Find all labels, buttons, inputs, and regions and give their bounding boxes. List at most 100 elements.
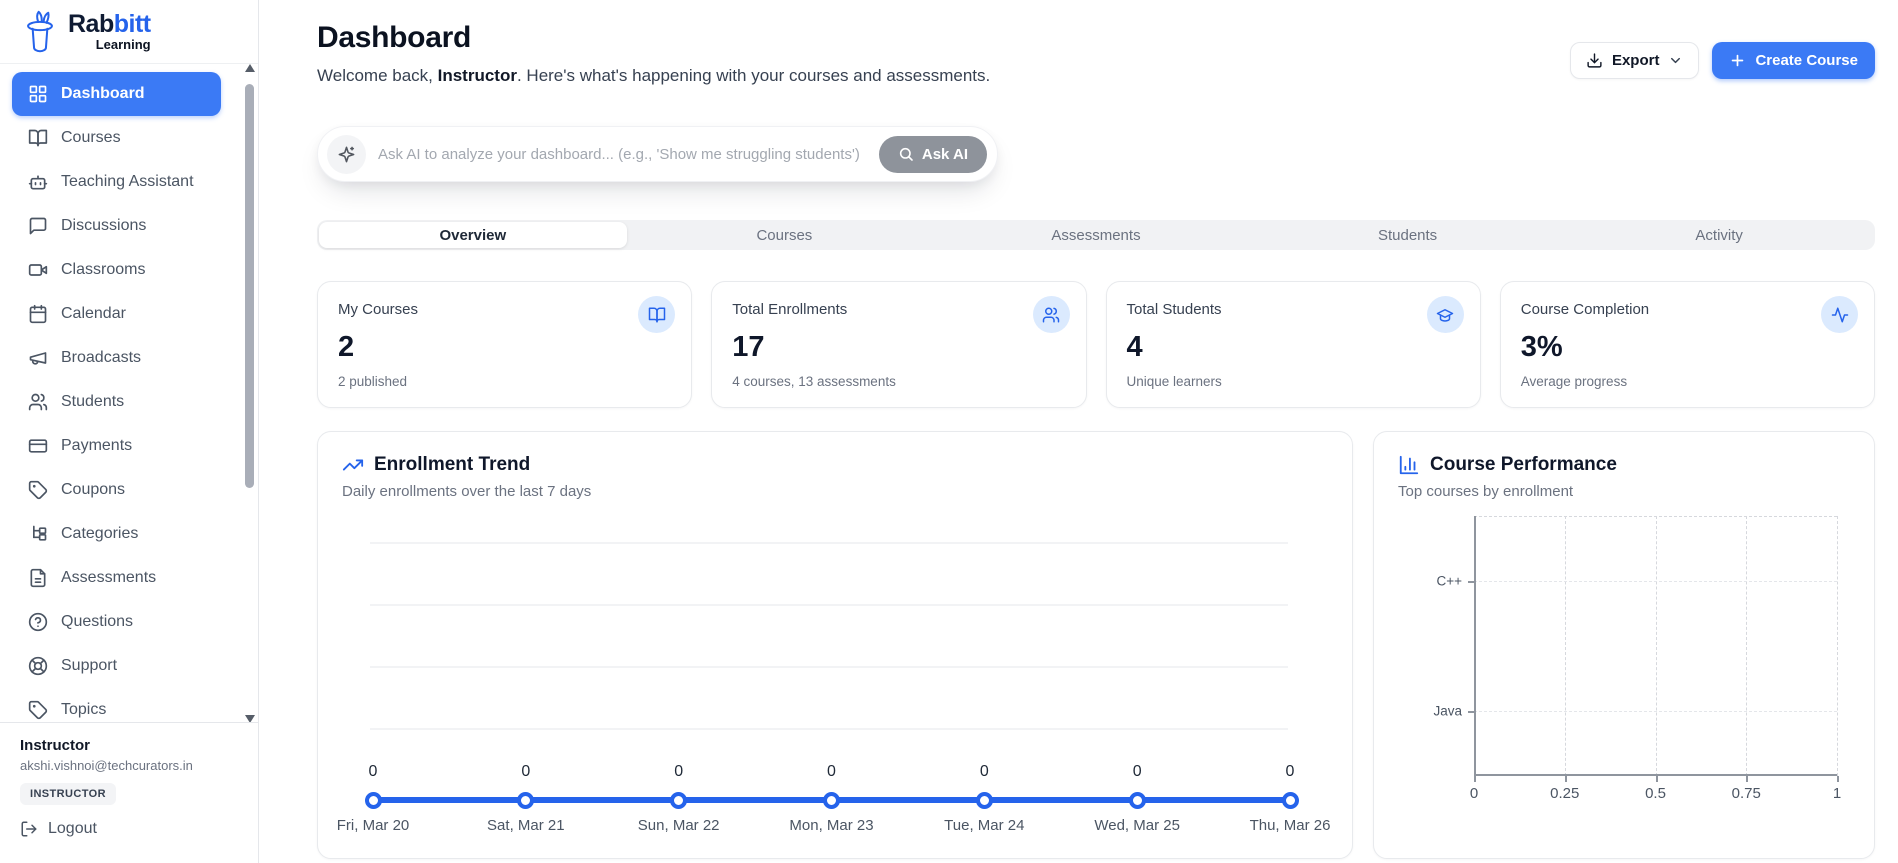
perf-x-tick-label: 1 — [1833, 785, 1841, 802]
user-name: Instructor — [20, 737, 238, 754]
stat-icon-chip — [1033, 296, 1070, 333]
sidebar-item-students[interactable]: Students — [12, 380, 221, 424]
sidebar-item-categories[interactable]: Categories — [12, 512, 221, 556]
ask-ai-input[interactable] — [366, 146, 879, 163]
sidebar-item-label: Teaching Assistant — [61, 173, 194, 191]
enrollment-trend-title: Enrollment Trend — [374, 454, 530, 476]
trend-x-tick-label: Mon, Mar 23 — [789, 817, 873, 834]
tab-courses[interactable]: Courses — [631, 222, 939, 248]
enrollment-trend-card: Enrollment Trend Daily enrollments over … — [317, 431, 1353, 859]
sidebar-item-label: Dashboard — [61, 85, 145, 103]
graduation-cap-icon — [1436, 306, 1454, 324]
logout-button[interactable]: Logout — [20, 820, 238, 838]
sidebar-item-label: Broadcasts — [61, 349, 141, 367]
stat-card-course-completion: Course Completion 3% Average progress — [1500, 281, 1875, 408]
help-circle-icon — [28, 612, 48, 632]
perf-x-tick-mark — [1837, 776, 1839, 782]
create-course-label: Create Course — [1755, 52, 1858, 69]
tab-label: Assessments — [1051, 227, 1140, 244]
sidebar-item-label: Assessments — [61, 569, 156, 587]
stat-cards-row: My Courses 2 2 published Total Enrollmen… — [317, 281, 1875, 408]
sidebar-item-label: Topics — [61, 701, 106, 719]
perf-v-gridline — [1565, 516, 1566, 776]
sidebar-item-teaching-assistant[interactable]: Teaching Assistant — [12, 160, 221, 204]
tab-label: Courses — [756, 227, 812, 244]
perf-v-gridline — [1837, 516, 1838, 776]
sidebar-item-label: Coupons — [61, 481, 125, 499]
sidebar-item-support[interactable]: Support — [12, 644, 221, 688]
export-label: Export — [1612, 52, 1660, 69]
welcome-suffix: . Here's what's happening with your cour… — [517, 66, 990, 85]
sidebar-item-label: Questions — [61, 613, 133, 631]
perf-x-tick-mark — [1656, 776, 1658, 782]
users-icon — [28, 392, 48, 412]
sidebar-item-assessments[interactable]: Assessments — [12, 556, 221, 600]
stat-value: 4 — [1127, 331, 1460, 364]
trend-point-value: 0 — [827, 763, 836, 781]
logout-label: Logout — [48, 820, 97, 838]
sidebar: Rabbitt Learning Dashboard Courses — [0, 0, 259, 863]
sidebar-item-label: Support — [61, 657, 117, 675]
search-icon — [898, 146, 914, 162]
welcome-name: Instructor — [438, 66, 517, 85]
bot-icon — [28, 172, 48, 192]
app-window: Rabbitt Learning Dashboard Courses — [0, 0, 1898, 863]
stat-value: 17 — [732, 331, 1065, 364]
tree-icon — [28, 524, 48, 544]
user-email: akshi.vishnoi@techcurators.in — [20, 758, 238, 773]
sidebar-item-dashboard[interactable]: Dashboard — [12, 72, 221, 116]
credit-card-icon — [28, 436, 48, 456]
bar-chart-icon — [1398, 454, 1420, 476]
brand-logo: Rabbitt Learning — [0, 0, 258, 64]
trend-point-marker — [976, 792, 993, 809]
sidebar-item-courses[interactable]: Courses — [12, 116, 221, 160]
tab-activity[interactable]: Activity — [1565, 222, 1873, 248]
sidebar-item-payments[interactable]: Payments — [12, 424, 221, 468]
brand-tagline: Learning — [68, 37, 151, 52]
scroll-up-arrow-icon[interactable] — [245, 64, 255, 72]
trend-point-value: 0 — [1286, 763, 1295, 781]
course-performance-title-row: Course Performance — [1398, 454, 1850, 476]
sidebar-item-classrooms[interactable]: Classrooms — [12, 248, 221, 292]
tab-assessments[interactable]: Assessments — [942, 222, 1250, 248]
sidebar-item-questions[interactable]: Questions — [12, 600, 221, 644]
stat-card-my-courses: My Courses 2 2 published — [317, 281, 692, 408]
role-badge: INSTRUCTOR — [20, 783, 116, 805]
stat-card-total-students: Total Students 4 Unique learners — [1106, 281, 1481, 408]
sidebar-item-label: Classrooms — [61, 261, 145, 279]
sidebar-item-coupons[interactable]: Coupons — [12, 468, 221, 512]
sidebar-item-label: Courses — [61, 129, 121, 147]
perf-x-tick-label: 0 — [1470, 785, 1478, 802]
perf-x-tick-mark — [1746, 776, 1748, 782]
stat-subtitle: Unique learners — [1127, 374, 1460, 389]
sidebar-item-discussions[interactable]: Discussions — [12, 204, 221, 248]
scrollbar-thumb[interactable] — [245, 84, 254, 488]
enrollment-trend-title-row: Enrollment Trend — [342, 454, 1328, 476]
perf-v-gridline — [1746, 516, 1747, 776]
stat-icon-chip — [1821, 296, 1858, 333]
sidebar-item-broadcasts[interactable]: Broadcasts — [12, 336, 221, 380]
trend-x-tick-label: Fri, Mar 20 — [337, 817, 410, 834]
brand-text: Rabbitt Learning — [68, 11, 151, 52]
main-area: Dashboard Welcome back, Instructor. Here… — [259, 0, 1898, 863]
user-panel: Instructor akshi.vishnoi@techcurators.in… — [0, 722, 258, 863]
trend-point-marker — [517, 792, 534, 809]
tab-students[interactable]: Students — [1254, 222, 1562, 248]
stat-label: Total Students — [1127, 301, 1460, 318]
sidebar-item-label: Categories — [61, 525, 138, 543]
trend-point-marker — [1282, 792, 1299, 809]
sidebar-item-calendar[interactable]: Calendar — [12, 292, 221, 336]
header-actions: Export Create Course — [1570, 42, 1875, 79]
stat-subtitle: 4 courses, 13 assessments — [732, 374, 1065, 389]
sparkles-icon — [337, 145, 356, 164]
export-button[interactable]: Export — [1570, 42, 1700, 79]
create-course-button[interactable]: Create Course — [1712, 42, 1875, 79]
stat-icon-chip — [638, 296, 675, 333]
stat-icon-chip — [1427, 296, 1464, 333]
trend-gridline — [370, 542, 1288, 544]
tab-bar: Overview Courses Assessments Students — [317, 220, 1875, 250]
tab-overview[interactable]: Overview — [319, 222, 627, 248]
enrollment-trend-plot: 0Fri, Mar 200Sat, Mar 210Sun, Mar 220Mon… — [342, 508, 1328, 848]
tag-icon — [28, 700, 48, 720]
ask-ai-button[interactable]: Ask AI — [879, 136, 987, 173]
